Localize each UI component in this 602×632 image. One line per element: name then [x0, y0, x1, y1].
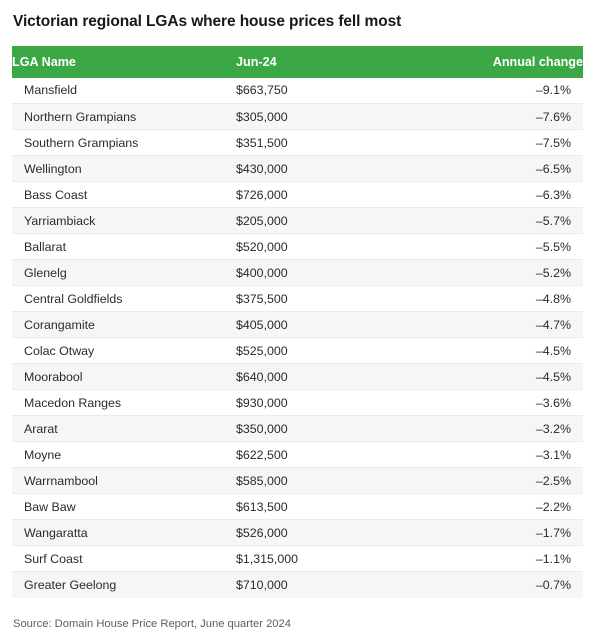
cell-annual-change: –4.8%: [416, 285, 583, 312]
table-row: Yarriambiack $205,000 –5.7%: [12, 207, 583, 234]
cell-median-price: $526,000: [236, 519, 416, 546]
cell-median-price: $710,000: [236, 571, 416, 598]
table-row: Surf Coast $1,315,000 –1.1%: [12, 545, 583, 572]
table-row: Wangaratta $526,000 –1.7%: [12, 519, 583, 546]
cell-lga-name: Greater Geelong: [12, 571, 236, 598]
table-body: Mansfield $663,750 –9.1% Northern Grampians…: [12, 77, 583, 598]
cell-lga-name: Moyne: [12, 441, 236, 468]
cell-lga-name: Bass Coast: [12, 181, 236, 208]
cell-lga-name: Baw Baw: [12, 493, 236, 520]
table-row: Greater Geelong $710,000 –0.7%: [12, 571, 583, 598]
cell-lga-name: Yarriambiack: [12, 207, 236, 234]
cell-annual-change: –5.7%: [416, 207, 583, 234]
table-row: Central Goldfields $375,500 –4.8%: [12, 285, 583, 312]
cell-median-price: $405,000: [236, 311, 416, 338]
cell-median-price: $350,000: [236, 415, 416, 442]
table-container: LGA Name Jun-24 Annual change Mansfield $…: [12, 45, 583, 598]
table-row: Warrnambool $585,000 –2.5%: [12, 467, 583, 494]
cell-annual-change: –1.1%: [416, 545, 583, 572]
cell-annual-change: –4.7%: [416, 311, 583, 338]
cell-lga-name: Wellington: [12, 155, 236, 182]
cell-annual-change: –3.1%: [416, 441, 583, 468]
cell-annual-change: –2.5%: [416, 467, 583, 494]
cell-median-price: $613,500: [236, 493, 416, 520]
cell-annual-change: –7.5%: [416, 129, 583, 156]
cell-annual-change: –4.5%: [416, 337, 583, 364]
page-root: Victorian regional LGAs where house pric…: [0, 0, 602, 632]
cell-median-price: $525,000: [236, 337, 416, 364]
cell-median-price: $400,000: [236, 259, 416, 286]
cell-median-price: $205,000: [236, 207, 416, 234]
cell-annual-change: –4.5%: [416, 363, 583, 390]
cell-lga-name: Wangaratta: [12, 519, 236, 546]
table-row: Baw Baw $613,500 –2.2%: [12, 493, 583, 520]
cell-lga-name: Mansfield: [24, 83, 78, 98]
cell-annual-change: –3.6%: [416, 389, 583, 416]
table-row: Mansfield $663,750 –9.1%: [12, 77, 583, 104]
cell-annual-change: –6.5%: [416, 155, 583, 182]
cell-median-price: $375,500: [236, 285, 416, 312]
table-row: Wellington $430,000 –6.5%: [12, 155, 583, 182]
source-note: Source: Domain House Price Report, June …: [13, 617, 291, 630]
cell-median-price: $640,000: [236, 363, 416, 390]
cell-annual-change: –1.7%: [416, 519, 583, 546]
table-row: Bass Coast $726,000 –6.3%: [12, 181, 583, 208]
cell-lga-name: Ballarat: [12, 233, 236, 260]
table-head: LGA Name Jun-24 Annual change: [12, 45, 583, 78]
cell-lga-name: Moorabool: [12, 363, 236, 390]
cell-median-price: $622,500: [236, 441, 416, 468]
table-row: Northern Grampians $305,000 –7.6%: [12, 103, 583, 130]
cell-lga-name: Southern Grampians: [12, 129, 236, 156]
cell-lga-name: Northern Grampians: [12, 103, 236, 130]
table-row: Ararat $350,000 –3.2%: [12, 415, 583, 442]
cell-median-price: $351,500: [236, 129, 416, 156]
page-title: Victorian regional LGAs where house pric…: [13, 13, 402, 30]
cell-annual-change: –5.5%: [416, 233, 583, 260]
table-header-row: LGA Name Jun-24 Annual change: [12, 45, 583, 78]
table-row: Glenelg $400,000 –5.2%: [12, 259, 583, 286]
table-row: Macedon Ranges $930,000 –3.6%: [12, 389, 583, 416]
table-row: Southern Grampians $351,500 –7.5%: [12, 129, 583, 156]
cell-lga-name: Surf Coast: [12, 545, 236, 572]
cell-lga-name: Glenelg: [12, 259, 236, 286]
cell-median-price: $726,000: [236, 181, 416, 208]
cell-median-price: $930,000: [236, 389, 416, 416]
cell-annual-change: –7.6%: [416, 103, 583, 130]
table-row: Corangamite $405,000 –4.7%: [12, 311, 583, 338]
cell-annual-change: –2.2%: [416, 493, 583, 520]
cell-lga-name: Colac Otway: [12, 337, 236, 364]
cell-annual-change: –3.2%: [416, 415, 583, 442]
cell-lga-name: Corangamite: [12, 311, 236, 338]
table-row: Colac Otway $525,000 –4.5%: [12, 337, 583, 364]
cell-annual-change: –6.3%: [416, 181, 583, 208]
cell-lga-name: Macedon Ranges: [12, 389, 236, 416]
table-row: Moyne $622,500 –3.1%: [12, 441, 583, 468]
cell-median-price: $430,000: [236, 155, 416, 182]
column-header-annual-change[interactable]: Annual change: [416, 45, 583, 78]
cell-annual-change: –9.1%: [535, 83, 571, 98]
cell-median-price: $305,000: [236, 103, 416, 130]
cell-median-price: $663,750: [236, 83, 288, 98]
cell-median-price: $520,000: [236, 233, 416, 260]
cell-annual-change: –0.7%: [416, 571, 583, 598]
cell-annual-change: –5.2%: [416, 259, 583, 286]
cell-median-price: $1,315,000: [236, 545, 416, 572]
cell-lga-name: Warrnambool: [12, 467, 236, 494]
column-header-lga-name[interactable]: LGA Name: [12, 45, 236, 78]
table-row: Ballarat $520,000 –5.5%: [12, 233, 583, 260]
cell-lga-name: Central Goldfields: [12, 285, 236, 312]
table-row: Moorabool $640,000 –4.5%: [12, 363, 583, 390]
cell-median-price: $585,000: [236, 467, 416, 494]
lga-price-table: LGA Name Jun-24 Annual change Mansfield $…: [12, 45, 583, 598]
cell-lga-name: Ararat: [12, 415, 236, 442]
column-header-jun-24[interactable]: Jun-24: [236, 45, 416, 78]
